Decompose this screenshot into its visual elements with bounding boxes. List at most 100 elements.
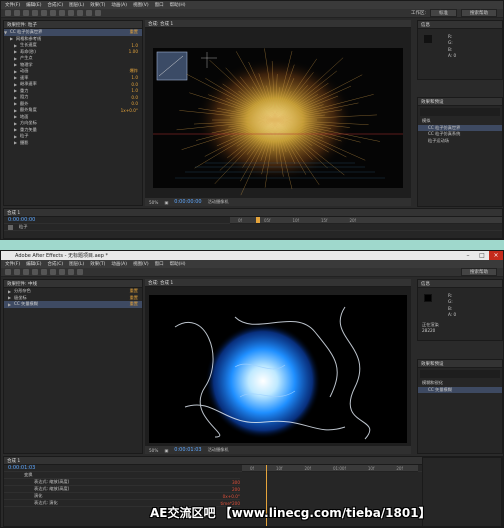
- menu-item[interactable]: 视图(V): [133, 2, 149, 8]
- timeline-property-value[interactable]: 0x+0.0°: [223, 494, 240, 499]
- menu-item[interactable]: 视图(V): [133, 261, 149, 267]
- timeline-property-row[interactable]: 表达式: 缩放(高度) 200: [4, 486, 240, 493]
- menu-item[interactable]: 编辑(E): [26, 261, 41, 267]
- property-value[interactable]: 0.0: [131, 95, 138, 100]
- mask-tool-icon[interactable]: [68, 10, 74, 16]
- timeline-timecode[interactable]: 0:00:01:03: [8, 465, 35, 471]
- effect-preset-item[interactable]: 粒子运动场: [418, 138, 502, 145]
- timeline-property-row[interactable]: 表达式: 缩放(高度) 300: [4, 479, 240, 486]
- select-tool-icon[interactable]: [14, 269, 20, 275]
- menu-item[interactable]: 帮助(H): [170, 261, 186, 267]
- timeline-timecode[interactable]: 0:00:00:00: [8, 217, 35, 223]
- menu-item[interactable]: 效果(T): [90, 261, 105, 267]
- menu-item[interactable]: 合成(C): [47, 2, 63, 8]
- effect-row[interactable]: ▶ CC 矢量模糊 重置: [4, 301, 142, 308]
- viewer-timecode[interactable]: 0:00:00:00: [174, 199, 201, 205]
- effect-preset-item[interactable]: CC 矢量模糊: [418, 386, 502, 393]
- select-tool-icon[interactable]: [14, 10, 20, 16]
- workspace-dropdown[interactable]: 标准: [430, 9, 457, 17]
- brush-tool-icon[interactable]: [95, 10, 101, 16]
- timeline-tab[interactable]: 合成 1: [7, 210, 20, 216]
- menu-item[interactable]: 窗口: [155, 261, 164, 267]
- property-value[interactable]: 0.0: [131, 101, 138, 106]
- playhead-marker[interactable]: [256, 217, 260, 223]
- reset-button[interactable]: 重置: [130, 295, 138, 301]
- hand-tool-icon[interactable]: [23, 269, 29, 275]
- property-value[interactable]: 0.0: [131, 82, 138, 87]
- view-mode-select[interactable]: 活动摄像机: [208, 199, 229, 205]
- pen-tool-icon[interactable]: [77, 10, 83, 16]
- energy-orb-render: [149, 295, 407, 443]
- camera-icon[interactable]: ▣: [164, 200, 168, 205]
- menu-item[interactable]: 文件(F): [5, 2, 20, 8]
- comp-tab[interactable]: 合成: 合成 1: [148, 21, 173, 27]
- zoom-select[interactable]: 50%: [149, 448, 158, 453]
- menu-item[interactable]: 文件(F): [5, 261, 20, 267]
- color-swatch: [424, 294, 432, 302]
- property-value[interactable]: 爆炸: [130, 68, 138, 74]
- text-tool-icon[interactable]: [86, 10, 92, 16]
- menu-item[interactable]: 效果(T): [90, 2, 105, 8]
- property-name: 产生点: [20, 55, 33, 61]
- search-help-field[interactable]: 搜索帮助: [461, 9, 497, 17]
- menu-item[interactable]: 动画(A): [111, 261, 127, 267]
- property-value[interactable]: 1x+0.0°: [121, 108, 138, 113]
- zoom-tool-icon[interactable]: [32, 10, 38, 16]
- menu-item[interactable]: 图层(L): [69, 2, 84, 8]
- reset-button[interactable]: 重置: [130, 301, 138, 307]
- mask-tool-icon[interactable]: [59, 269, 65, 275]
- pen-tool-icon[interactable]: [68, 269, 74, 275]
- time-ruler[interactable]: 0f 10f 20f 01:00f 10f 20f: [242, 465, 418, 472]
- property-value[interactable]: 1.0: [131, 75, 138, 80]
- property-value[interactable]: 1.0: [131, 88, 138, 93]
- timeline-property-row[interactable]: 演化 0x+0.0°: [4, 493, 240, 500]
- timeline-property-name: 表达式: 缩放(高度): [34, 486, 70, 491]
- property-value[interactable]: 1.00: [129, 49, 138, 54]
- ruler-tick-label: 20f: [396, 465, 403, 471]
- menu-item[interactable]: 动画(A): [111, 2, 127, 8]
- time-ruler[interactable]: 0f 05f 10f 15f 20f: [230, 217, 502, 224]
- effects-search-input[interactable]: [420, 370, 500, 378]
- effects-search-input[interactable]: [420, 108, 500, 116]
- pan-tool-icon[interactable]: [59, 10, 65, 16]
- zoom-tool-icon[interactable]: [32, 269, 38, 275]
- menu-item[interactable]: 窗口: [155, 2, 164, 8]
- reset-button[interactable]: 重置: [130, 288, 138, 294]
- property-value[interactable]: 1.0: [131, 43, 138, 48]
- timeline-property-value[interactable]: 200: [232, 487, 240, 492]
- reset-button[interactable]: 重置: [130, 29, 138, 35]
- menu-item[interactable]: 图层(L): [69, 261, 84, 267]
- effect-controls-tab[interactable]: 效果控件: 粒子: [7, 22, 37, 28]
- effect-controls-tab[interactable]: 效果控件: 中线: [7, 281, 37, 287]
- timeline-property-row[interactable]: 变换: [4, 472, 240, 479]
- camera-tool-icon[interactable]: [50, 269, 56, 275]
- maximize-icon[interactable]: □: [475, 251, 489, 260]
- composition-viewer[interactable]: 合成: 合成 1: [145, 20, 411, 206]
- minimize-icon[interactable]: –: [461, 251, 475, 260]
- camera-tool-icon[interactable]: [50, 10, 56, 16]
- home-tool-icon[interactable]: [5, 10, 11, 16]
- hand-tool-icon[interactable]: [23, 10, 29, 16]
- timeline-property-value[interactable]: 300: [232, 480, 240, 485]
- layer-row[interactable]: 粒子: [4, 224, 502, 231]
- menu-item[interactable]: 合成(C): [47, 261, 63, 267]
- screenshot-bottom: Adobe After Effects - 无标题项目.aep * – □ × …: [0, 250, 504, 528]
- comp-tab[interactable]: 合成: 合成 1: [148, 280, 173, 286]
- menu-item[interactable]: 帮助(H): [170, 2, 186, 8]
- viewer-timecode[interactable]: 0:00:01:03: [174, 447, 201, 453]
- property-name: 摄影: [20, 139, 29, 145]
- property-row[interactable]: ▶ 摄影: [4, 140, 142, 147]
- menu-item[interactable]: 编辑(E): [26, 2, 41, 8]
- home-tool-icon[interactable]: [5, 269, 11, 275]
- close-icon[interactable]: ×: [489, 251, 503, 260]
- search-help-field[interactable]: 搜索帮助: [461, 268, 497, 276]
- composition-viewer[interactable]: 合成: 合成 1: [145, 279, 411, 454]
- rotate-tool-icon[interactable]: [41, 10, 47, 16]
- zoom-select[interactable]: 50%: [149, 200, 158, 205]
- viewer-toolbar: 50% ▣ 0:00:00:00 活动摄像机: [145, 198, 411, 206]
- view-mode-select[interactable]: 活动摄像机: [208, 447, 229, 453]
- camera-icon[interactable]: ▣: [164, 448, 168, 453]
- effects-presets-tab[interactable]: 效果和预设: [421, 99, 444, 105]
- text-tool-icon[interactable]: [77, 269, 83, 275]
- rotate-tool-icon[interactable]: [41, 269, 47, 275]
